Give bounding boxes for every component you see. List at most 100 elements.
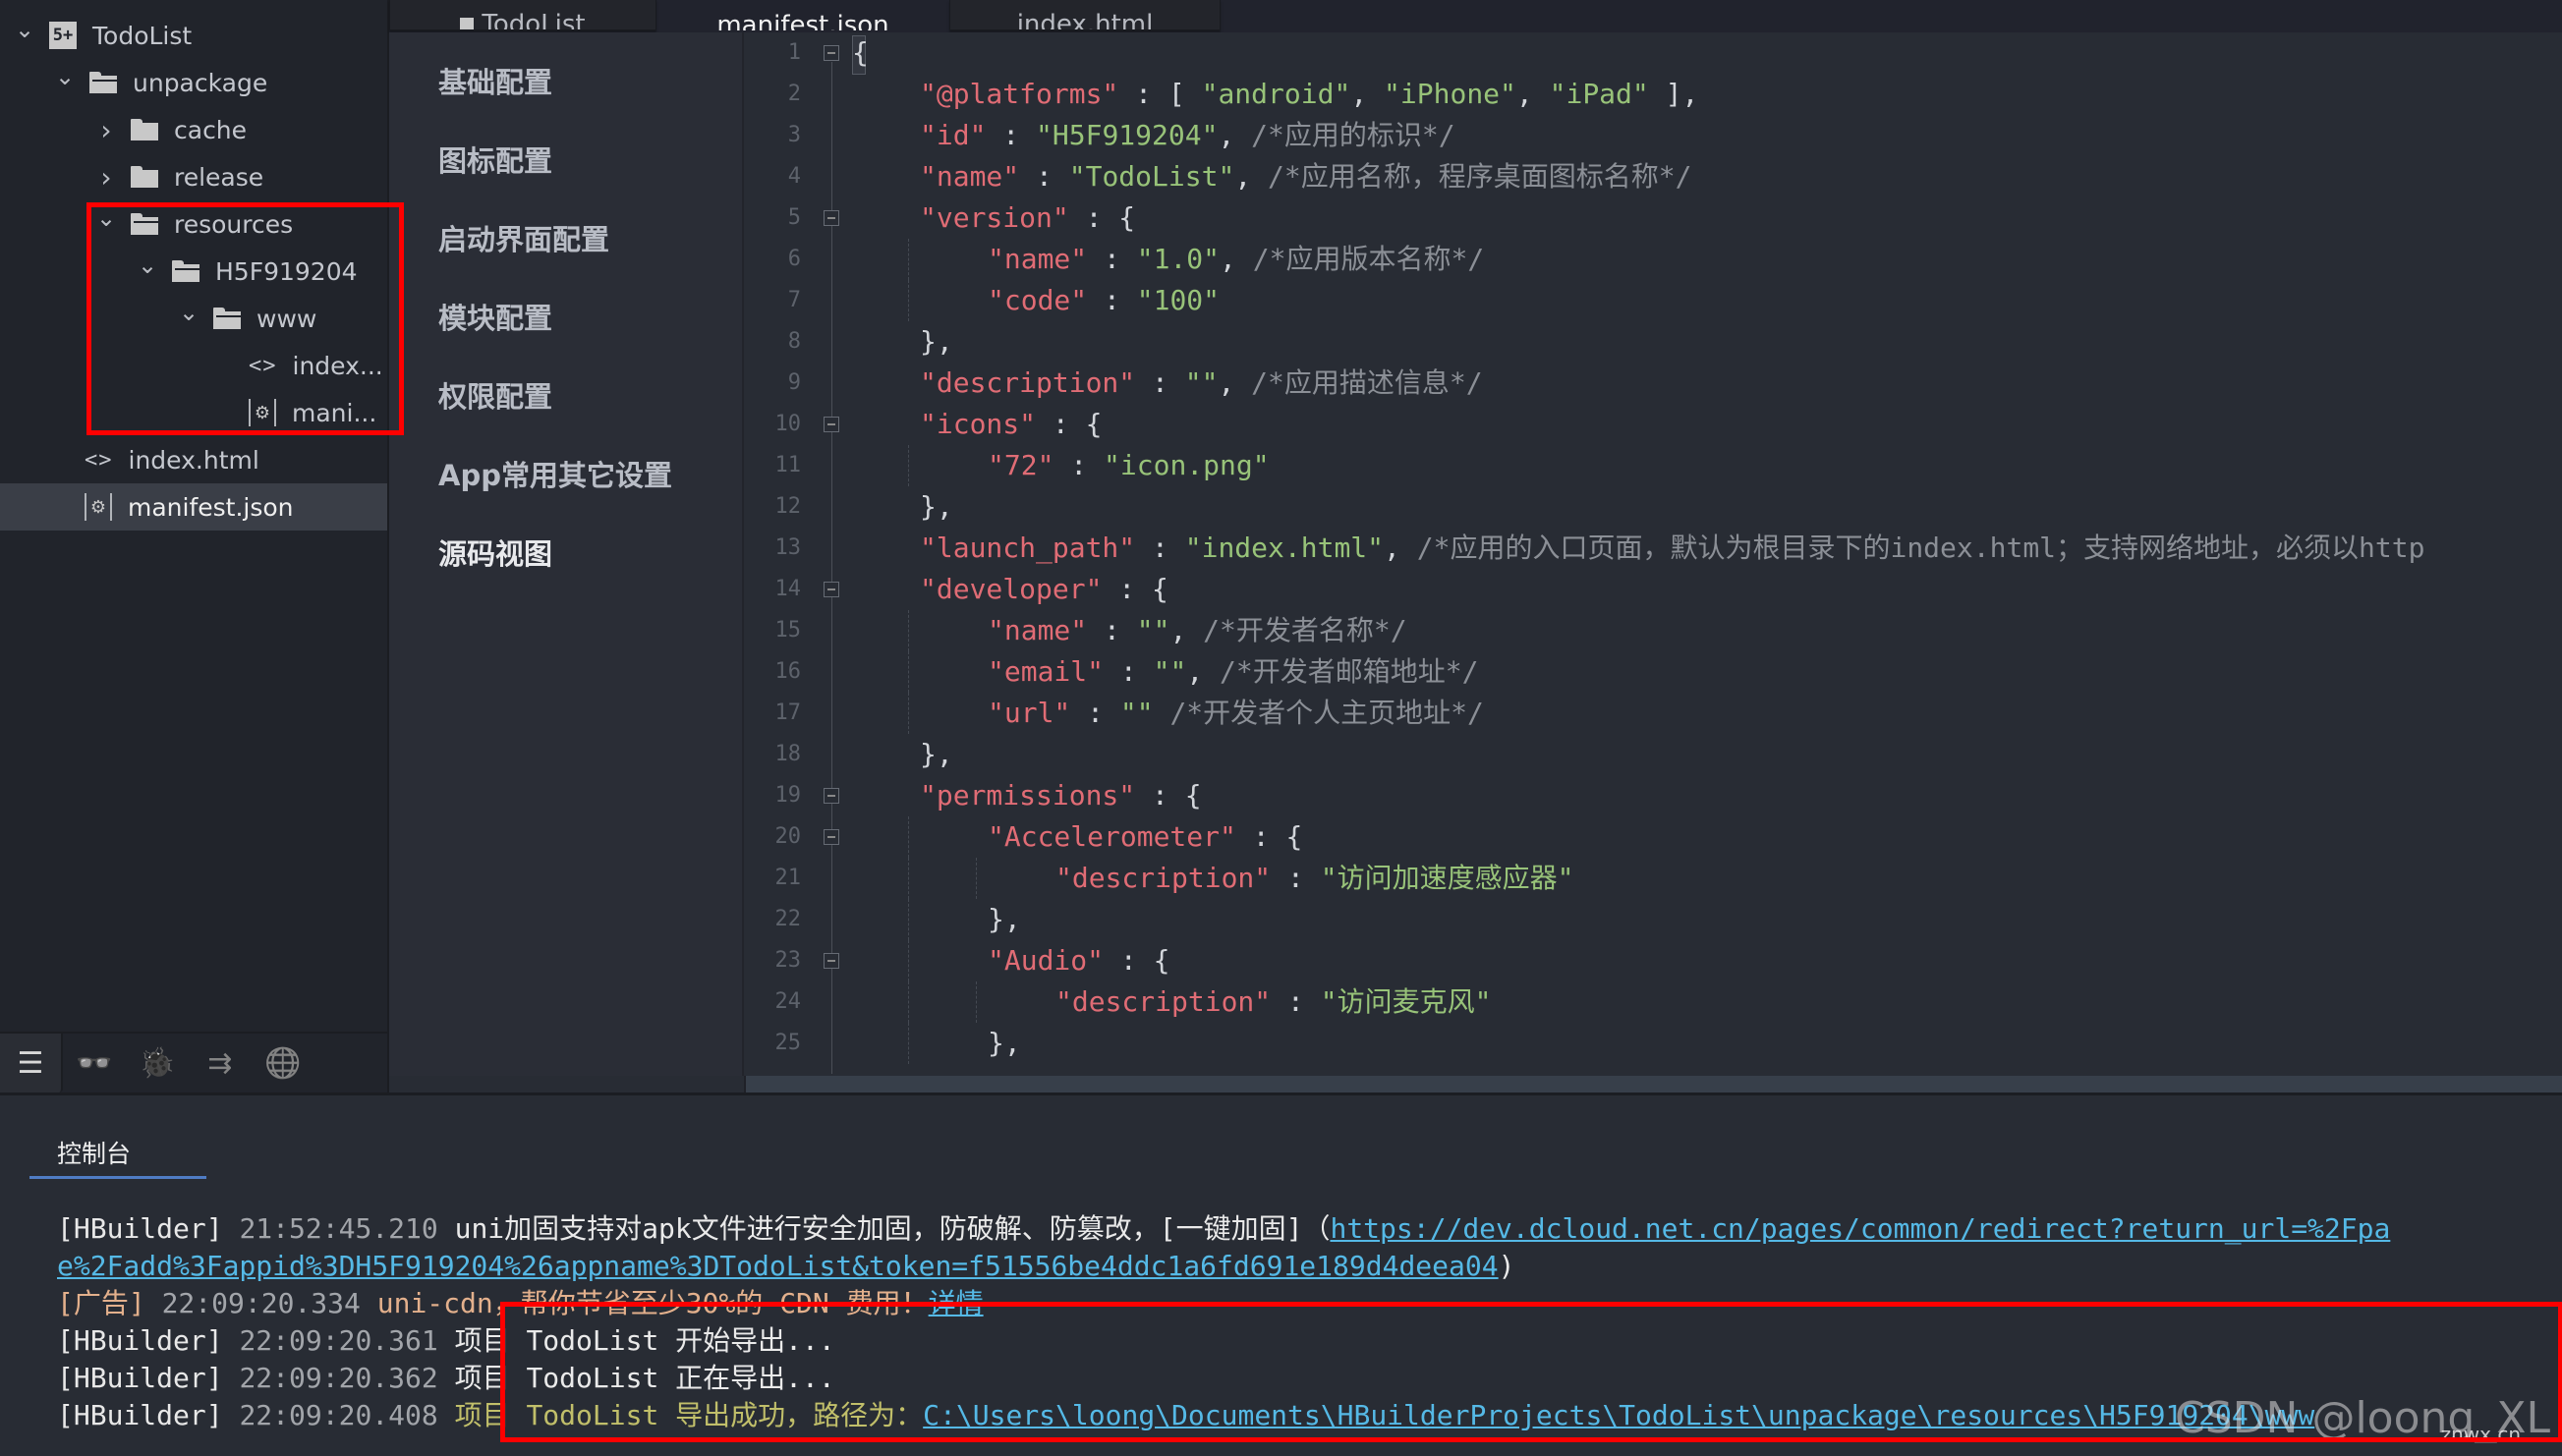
project-manager-icon[interactable]: ☰ (0, 1034, 63, 1092)
console-text: 22:09:20.334 (161, 1287, 377, 1319)
line-number: 5 (787, 205, 801, 230)
tree-item-www[interactable]: ⌄ www (0, 295, 387, 342)
code-line[interactable]: "name" : "", /*开发者名称*/ (852, 610, 1407, 651)
line-number: 2 (787, 82, 801, 106)
code-line[interactable]: { (852, 32, 869, 74)
code-token: "android" (1201, 78, 1351, 110)
gutter-line: 25 (744, 1023, 852, 1064)
fold-toggle-icon[interactable] (824, 45, 839, 61)
fold-toggle-icon[interactable] (824, 417, 839, 432)
fold-toggle-icon[interactable] (824, 210, 839, 226)
tree-item-resources[interactable]: ⌄ resources (0, 200, 387, 248)
code-line[interactable]: "name" : "1.0", /*应用版本名称*/ (852, 239, 1484, 280)
code-line[interactable]: "email" : "", /*开发者邮箱地址*/ (852, 651, 1478, 693)
code-line[interactable]: "developer" : { (852, 569, 1168, 610)
fold-toggle-icon[interactable] (824, 582, 839, 597)
tab-todolist[interactable]: TodoList (389, 0, 656, 30)
code-token: "code" (988, 284, 1088, 316)
settings-menu-item[interactable]: 图标配置 (438, 139, 552, 180)
tree-item-release[interactable]: › release (0, 153, 387, 200)
code-line[interactable]: }, (852, 321, 953, 363)
code-token: : (1271, 985, 1321, 1018)
line-number: 3 (787, 123, 801, 147)
tree-item-mani[interactable]: ⚙ mani... (0, 389, 387, 436)
code-line[interactable]: }, (852, 734, 953, 775)
export-icon[interactable]: ⇉ (189, 1034, 252, 1092)
settings-menu-item[interactable]: App常用其它设置 (438, 453, 672, 494)
code-token: "iPad" (1549, 78, 1649, 110)
code-line[interactable]: "description" : "访问加速度感应器" (852, 858, 1573, 899)
code-token: , (1515, 78, 1550, 110)
tab-index-html[interactable]: index.html (949, 0, 1221, 30)
console-link[interactable]: e%2Fadd%3Fappid%3DH5F919204%26appname%3D… (57, 1250, 1499, 1282)
tree-item-label: unpackage (133, 68, 268, 97)
code-token: , (1218, 119, 1252, 151)
line-number: 1 (787, 40, 801, 65)
console-tab[interactable]: 控制台 (57, 1135, 131, 1170)
chevron-down-icon[interactable]: ⌄ (14, 16, 35, 43)
tree-item-cache[interactable]: › cache (0, 106, 387, 153)
chevron-right-icon[interactable]: › (95, 161, 117, 194)
globe-cloud-icon[interactable]: 🌐 (252, 1034, 314, 1092)
console-text: [HBuilder] (57, 1324, 240, 1357)
settings-menu-item[interactable]: 基础配置 (438, 60, 552, 101)
fold-toggle-icon[interactable] (824, 829, 839, 845)
console-text: 项目 TodoList 正在导出... (454, 1362, 835, 1394)
gutter-line: 6 (744, 239, 852, 280)
horizontal-scrollbar[interactable] (744, 1076, 2562, 1093)
gutter-line: 23 (744, 940, 852, 981)
binoculars-icon[interactable]: 👓 (63, 1034, 126, 1092)
code-token: "" (1153, 655, 1187, 688)
code-line[interactable]: "launch_path" : "index.html", /*应用的入口页面，… (852, 528, 2424, 569)
code-token: "permissions" (920, 779, 1136, 812)
tree-item-index-html[interactable]: <> index.html (0, 436, 387, 483)
code-line[interactable]: "permissions" : { (852, 775, 1202, 816)
tree-item-h5f919204[interactable]: ⌄ H5F919204 (0, 248, 387, 295)
settings-menu-item[interactable]: 源码视图 (438, 532, 552, 573)
console-link[interactable]: 详情 (929, 1287, 984, 1319)
code-editor[interactable]: 1 {2 "@platforms" : [ "android", "iPhone",… (744, 32, 2562, 1076)
chevron-right-icon[interactable]: › (95, 114, 117, 146)
code-line[interactable]: "description" : "访问麦克风" (852, 981, 1491, 1023)
code-line[interactable]: "Audio" : { (852, 940, 1169, 981)
chevron-down-icon[interactable]: ⌄ (137, 252, 158, 279)
code-line[interactable]: }, (852, 1023, 1021, 1064)
line-number: 16 (774, 659, 802, 684)
tab-manifest-json[interactable]: manifest.json (656, 0, 949, 30)
tree-item-index[interactable]: <> index... (0, 342, 387, 389)
console-text: [HBuilder] (57, 1362, 240, 1394)
bug-icon[interactable]: 🐞 (126, 1034, 189, 1092)
code-line[interactable]: "name" : "TodoList", /*应用名称，程序桌面图标名称*/ (852, 156, 1691, 197)
code-line[interactable]: }, (852, 486, 953, 528)
tree-item-label: cache (174, 115, 248, 144)
gutter-line: 13 (744, 528, 852, 569)
code-line[interactable]: "description" : "", /*应用描述信息*/ (852, 363, 1483, 404)
code-line[interactable]: "url" : "" /*开发者个人主页地址*/ (852, 693, 1484, 734)
chevron-down-icon[interactable]: ⌄ (178, 299, 199, 326)
code-line[interactable]: "id" : "H5F919204", /*应用的标识*/ (852, 115, 1455, 156)
chevron-down-icon[interactable]: ⌄ (54, 63, 76, 90)
gutter-line: 17 (744, 693, 852, 734)
settings-menu-item[interactable]: 模块配置 (438, 296, 552, 337)
fold-toggle-icon[interactable] (824, 953, 839, 969)
chevron-down-icon[interactable]: ⌄ (95, 204, 117, 232)
tree-item-manifest-json[interactable]: ⚙ manifest.json (0, 483, 387, 531)
code-line[interactable]: "icons" : { (852, 404, 1102, 445)
code-token: /*开发者邮箱地址*/ (1220, 655, 1479, 688)
settings-menu-item[interactable]: 启动界面配置 (438, 217, 609, 258)
fold-toggle-icon[interactable] (824, 788, 839, 804)
tree-item-unpackage[interactable]: ⌄ unpackage (0, 59, 387, 106)
code-token: /*应用的入口页面，默认为根目录下的index.html；支持网络地址，必须以h… (1416, 532, 2425, 564)
gutter-line: 19 (744, 775, 852, 816)
gutter-line: 9 (744, 363, 852, 404)
settings-menu-item[interactable]: 权限配置 (438, 374, 552, 416)
code-line[interactable]: "72" : "icon.png" (852, 445, 1270, 486)
tree-item-todolist[interactable]: ⌄ 5+ TodoList (0, 12, 387, 59)
console-link[interactable]: C:\Users\loong\Documents\HBuilderProject… (923, 1399, 2314, 1431)
code-line[interactable]: "Accelerometer" : { (852, 816, 1302, 858)
code-line[interactable]: }, (852, 899, 1021, 940)
code-line[interactable]: "version" : { (852, 197, 1135, 239)
code-line[interactable]: "@platforms" : [ "android", "iPhone", "i… (852, 74, 1698, 115)
console-link[interactable]: https://dev.dcloud.net.cn/pages/common/r… (1330, 1212, 2390, 1245)
code-token: , (1186, 655, 1221, 688)
